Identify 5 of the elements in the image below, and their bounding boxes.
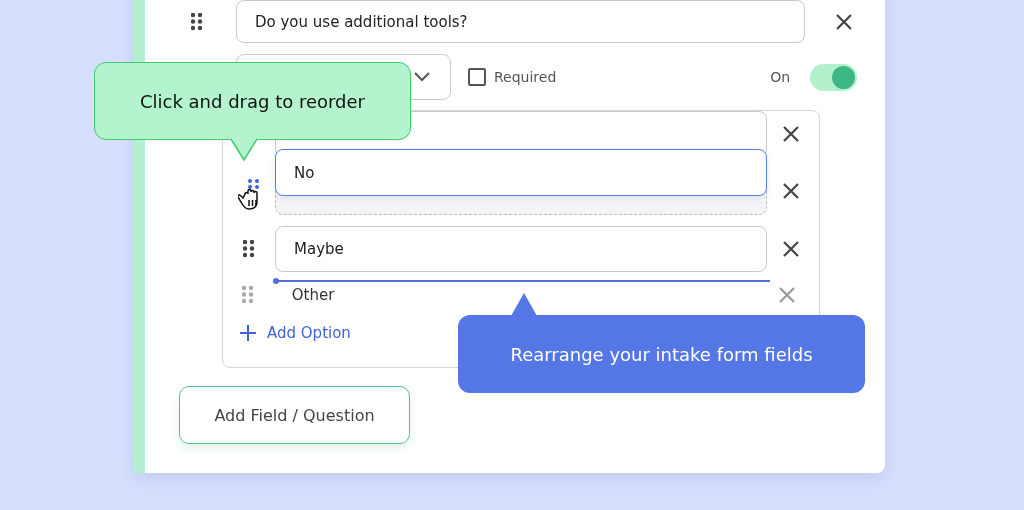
tooltip-text: Click and drag to reorder	[139, 90, 366, 112]
option-text: Other	[290, 286, 336, 304]
checkbox-label: Required	[494, 69, 557, 85]
tooltip-text: Rearrange your intake form fields	[510, 343, 813, 365]
toggle-label: On	[770, 69, 791, 85]
